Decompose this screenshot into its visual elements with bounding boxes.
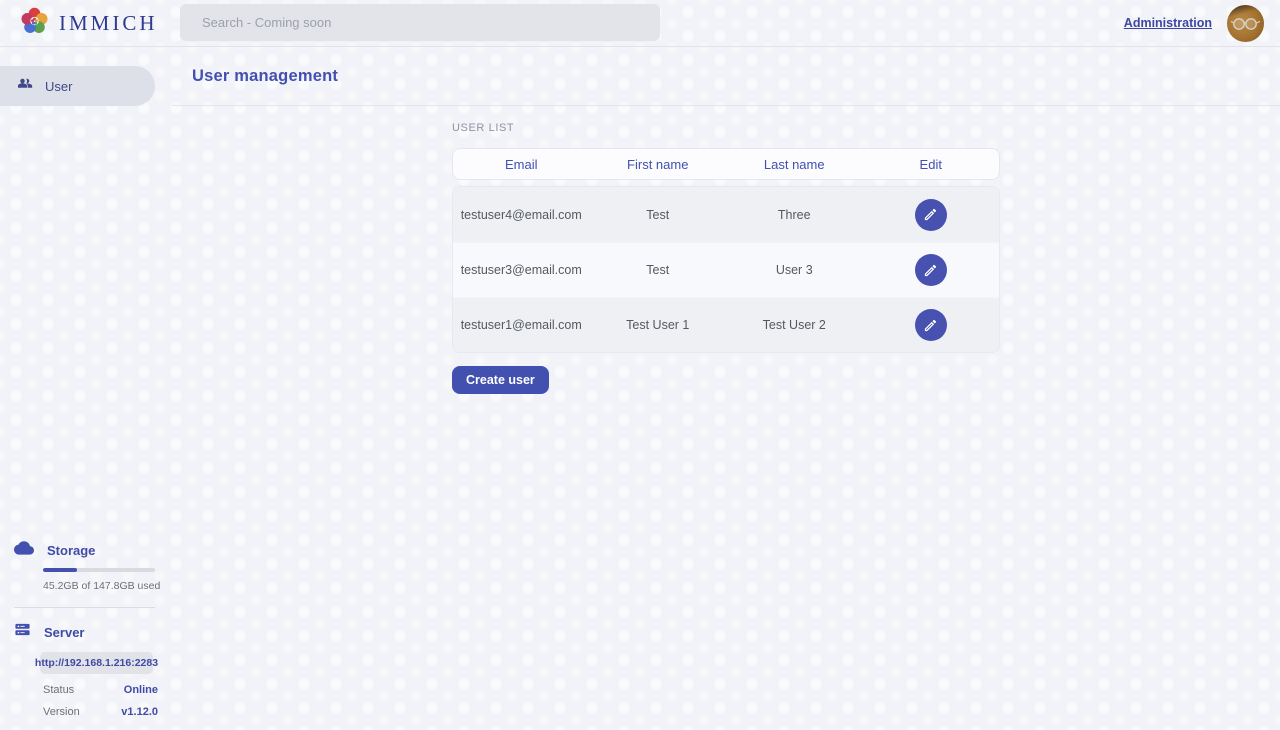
server-icon <box>14 621 31 643</box>
user-last-name-cell: User 3 <box>726 263 863 277</box>
sidebar-item-label: User <box>45 79 72 94</box>
sidebar-item-user[interactable]: User <box>0 66 155 106</box>
server-version-value: v1.12.0 <box>121 706 158 718</box>
page-title: User management <box>192 67 338 86</box>
server-version-label: Version <box>43 706 80 718</box>
column-header-first-name: First name <box>590 157 727 172</box>
pencil-icon <box>923 318 938 333</box>
administration-link[interactable]: Administration <box>1124 16 1212 30</box>
edit-user-button[interactable] <box>915 309 947 341</box>
server-status-value: Online <box>124 684 158 696</box>
storage-usage-text: 45.2GB of 147.8GB used <box>43 580 172 592</box>
user-list-label: USER LIST <box>452 122 1280 134</box>
storage-title: Storage <box>47 543 95 558</box>
create-user-button[interactable]: Create user <box>452 366 549 394</box>
sidebar: User Storage 45.2GB of 147.8GB used <box>0 47 172 730</box>
sidebar-divider <box>14 607 155 608</box>
pencil-icon <box>923 207 938 222</box>
edit-user-button[interactable] <box>915 254 947 286</box>
column-header-email: Email <box>453 157 590 172</box>
users-icon <box>15 75 33 98</box>
table-header-row: Email First name Last name Edit <box>452 148 1000 180</box>
title-bar: User management <box>172 47 1280 106</box>
cloud-icon <box>14 540 34 560</box>
user-last-name-cell: Test User 2 <box>726 318 863 332</box>
search-bar[interactable] <box>180 4 660 41</box>
user-last-name-cell: Three <box>726 208 863 222</box>
user-avatar[interactable] <box>1227 5 1264 42</box>
search-input[interactable] <box>180 4 660 41</box>
table-row: testuser3@email.comTestUser 3 <box>453 242 999 297</box>
main-content: User management USER LIST Email First na… <box>172 47 1280 730</box>
user-first-name-cell: Test <box>590 263 727 277</box>
user-first-name-cell: Test User 1 <box>590 318 727 332</box>
column-header-last-name: Last name <box>726 157 863 172</box>
pencil-icon <box>923 263 938 278</box>
app-title: IMMICH <box>59 11 158 36</box>
user-email-cell: testuser3@email.com <box>453 263 590 277</box>
user-email-cell: testuser4@email.com <box>453 208 590 222</box>
table-row: testuser4@email.comTestThree <box>453 187 999 242</box>
table-row: testuser1@email.comTest User 1Test User … <box>453 297 999 352</box>
server-url-badge: http://192.168.1.216:2283 <box>40 652 153 674</box>
immich-flower-icon <box>18 4 51 42</box>
sidebar-bottom: Storage 45.2GB of 147.8GB used <box>0 540 172 730</box>
user-first-name-cell: Test <box>590 208 727 222</box>
edit-user-button[interactable] <box>915 199 947 231</box>
server-status-label: Status <box>43 684 74 696</box>
server-title: Server <box>44 625 84 640</box>
app-header: IMMICH Administration <box>0 0 1280 47</box>
column-header-edit: Edit <box>863 157 1000 172</box>
storage-progress-fill <box>43 568 77 572</box>
app-logo[interactable]: IMMICH <box>0 4 158 42</box>
storage-progress-bar <box>43 568 155 572</box>
user-table: Email First name Last name Edit testuser… <box>452 148 1000 353</box>
table-body: testuser4@email.comTestThreetestuser3@em… <box>452 186 1000 353</box>
user-email-cell: testuser1@email.com <box>453 318 590 332</box>
